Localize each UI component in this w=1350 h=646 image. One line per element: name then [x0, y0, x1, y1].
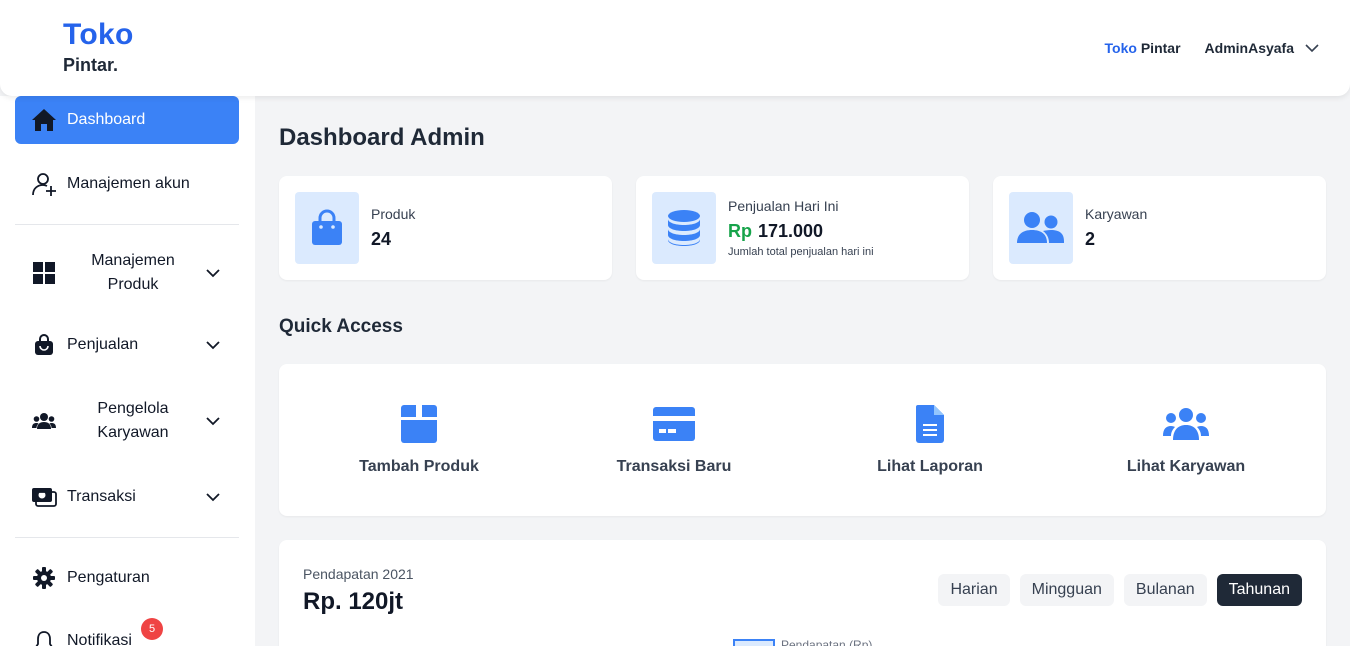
quick-access-lihat-karyawan[interactable]: Lihat Karyawan: [1086, 404, 1286, 476]
chevron-down-icon: [206, 493, 220, 502]
revenue-card: Pendapatan 2021 Rp. 120jt Harian Minggua…: [279, 540, 1326, 646]
database-icon: [668, 210, 700, 246]
quick-access-transaksi-baru[interactable]: Transaksi Baru: [574, 404, 774, 476]
sidebar-item-manajemen-akun[interactable]: Manajemen akun: [15, 160, 239, 208]
sidebar-item-label: Pengelola Karyawan: [97, 400, 169, 441]
sales-amount: 171.000: [758, 221, 824, 241]
gear-icon: [31, 565, 57, 591]
page-title: Dashboard Admin: [279, 124, 485, 151]
sidebar-item-pengaturan[interactable]: Pengaturan: [15, 563, 239, 593]
quick-access-label: Transaksi Baru: [616, 458, 732, 475]
sidebar-item-label: Dashboard: [67, 111, 146, 128]
sidebar-item-dashboard[interactable]: Dashboard: [15, 96, 239, 144]
sidebar-item-penjualan[interactable]: Penjualan: [15, 330, 239, 360]
user-menu[interactable]: AdminAsyafa: [1205, 40, 1320, 56]
quick-access-lihat-laporan[interactable]: Lihat Laporan: [830, 404, 1030, 476]
money-icon: [31, 484, 57, 510]
grid-icon: [31, 260, 57, 286]
users-icon: [1017, 212, 1064, 243]
tab-mingguan[interactable]: Mingguan: [1019, 574, 1114, 606]
sidebar-item-label: Penjualan: [67, 336, 139, 353]
sidebar: Dashboard Manajemen akun Manajemen Produ…: [0, 96, 255, 646]
stat-value: 24: [371, 229, 392, 249]
tab-tahunan[interactable]: Tahunan: [1216, 574, 1302, 606]
brand-logo[interactable]: Toko Pintar.: [63, 18, 134, 75]
box-icon: [319, 404, 519, 444]
home-icon: [31, 107, 57, 133]
chevron-down-icon: [1305, 44, 1319, 53]
stat-subtext: Jumlah total penjualan hari ini: [728, 246, 874, 258]
quick-access-card: Tambah Produk Transaksi Baru Lihat Lapor…: [279, 364, 1326, 516]
credit-card-icon: [574, 404, 774, 444]
tab-harian[interactable]: Harian: [938, 574, 1010, 606]
stat-label: Produk: [371, 206, 416, 222]
bell-icon: [31, 628, 57, 646]
users-icon: [31, 408, 57, 434]
stat-value: Rp 171.000: [728, 221, 823, 242]
currency-label: Rp: [728, 221, 752, 241]
chart-legend[interactable]: Pendapatan (Rp): [733, 638, 872, 646]
quick-access-title: Quick Access: [279, 316, 403, 337]
sidebar-item-manajemen-produk[interactable]: Manajemen Produk: [15, 248, 239, 298]
user-plus-icon: [31, 171, 57, 197]
stat-icon-box: [652, 192, 716, 264]
username: AdminAsyafa: [1204, 40, 1294, 56]
stat-icon-box: [1009, 192, 1073, 264]
quick-access-label: Tambah Produk: [359, 458, 479, 475]
sidebar-item-transaksi[interactable]: Transaksi: [15, 482, 239, 512]
legend-swatch: [733, 639, 775, 646]
stat-card-produk: Produk 24: [279, 176, 612, 280]
header-brand-1: Toko: [1104, 40, 1137, 56]
stat-card-penjualan: Penjualan Hari Ini Rp 171.000 Jumlah tota…: [636, 176, 969, 280]
chevron-down-icon: [206, 341, 220, 350]
revenue-value: Rp. 120jt: [303, 588, 404, 615]
stat-label: Penjualan Hari Ini: [728, 198, 839, 214]
stat-card-karyawan: Karyawan 2: [993, 176, 1326, 280]
header-right: Toko Pintar AdminAsyafa: [1105, 40, 1320, 56]
sidebar-item-label: Transaksi: [67, 488, 136, 505]
notification-badge: 5: [141, 618, 163, 640]
sidebar-item-label: Notifikasi: [67, 632, 132, 646]
stat-icon-box: [295, 192, 359, 264]
quick-access-tambah-produk[interactable]: Tambah Produk: [319, 404, 519, 476]
sidebar-item-label: Pengaturan: [67, 569, 150, 586]
header-brand-2: Pintar: [1140, 40, 1181, 56]
sidebar-divider: [15, 224, 239, 225]
stat-label: Karyawan: [1085, 206, 1148, 222]
brand-logo-bottom: Pintar.: [63, 55, 119, 75]
period-tabs: Harian Mingguan Bulanan Tahunan: [938, 574, 1302, 606]
quick-access-label: Lihat Karyawan: [1126, 458, 1246, 475]
sidebar-item-label: Manajemen Produk: [91, 252, 175, 293]
tab-bulanan[interactable]: Bulanan: [1123, 574, 1207, 606]
top-header: Toko Pintar. Toko Pintar AdminAsyafa: [0, 0, 1350, 96]
users-icon: [1086, 404, 1286, 444]
bag-icon: [312, 209, 342, 245]
legend-label: Pendapatan (Rp): [781, 638, 873, 646]
header-brand: Toko Pintar: [1105, 40, 1181, 56]
chevron-down-icon: [206, 417, 220, 426]
shopping-bag-icon: [31, 332, 57, 358]
sidebar-divider: [15, 537, 239, 538]
sidebar-item-pengelola-karyawan[interactable]: Pengelola Karyawan: [15, 396, 239, 446]
document-icon: [830, 404, 1030, 444]
stat-value: 2: [1085, 229, 1096, 249]
chevron-down-icon: [206, 269, 220, 278]
sidebar-item-notifikasi[interactable]: Notifikasi 5: [15, 618, 239, 646]
sidebar-item-label: Manajemen akun: [67, 175, 190, 192]
brand-logo-top: Toko: [63, 18, 134, 51]
quick-access-label: Lihat Laporan: [877, 458, 983, 475]
revenue-label: Pendapatan 2021: [303, 566, 414, 582]
